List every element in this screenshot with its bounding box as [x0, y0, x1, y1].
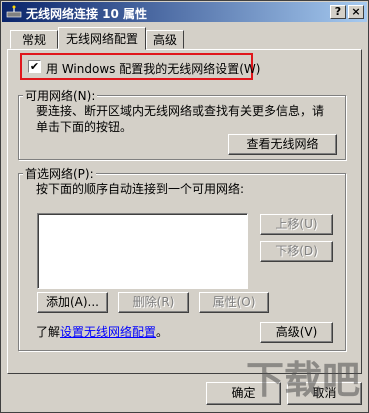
title-bar[interactable]: 无线网络连接 10 属性 ? × [2, 2, 367, 22]
tab-wireless-networks[interactable]: 无线网络配置 [58, 27, 146, 50]
help-button[interactable]: ? [330, 5, 346, 19]
properties-button[interactable]: 属性(O) [199, 292, 269, 313]
learn-more-prefix: 了解 [36, 325, 61, 339]
move-up-button[interactable]: 上移(U) [260, 214, 333, 235]
use-windows-checkbox[interactable]: ✔ [28, 60, 41, 73]
remove-button[interactable]: 删除(R) [118, 292, 189, 313]
move-down-button[interactable]: 下移(D) [260, 241, 333, 262]
learn-more-suffix: 。 [156, 325, 169, 339]
available-networks-description-1: 要连接、断开区域内无线网络或查找有关更多信息，请 [36, 104, 325, 118]
advanced-button[interactable]: 高级(V) [260, 322, 333, 343]
use-windows-checkbox-label[interactable]: 用 Windows 配置我的无线网络设置(W) [46, 60, 260, 77]
wireless-config-help-link[interactable]: 设置无线网络配置 [60, 325, 156, 339]
learn-more-text: 了解设置无线网络配置。 [36, 323, 168, 340]
available-networks-description-2: 单击下面的按钮。 [36, 120, 133, 134]
preferred-networks-description: 按下面的顺序自动连接到一个可用网络: [36, 182, 245, 196]
close-button[interactable]: × [348, 5, 364, 19]
preferred-networks-list[interactable] [37, 213, 248, 289]
view-wireless-networks-button[interactable]: 查看无线网络 [228, 134, 337, 155]
network-connection-icon [6, 5, 22, 18]
tab-general[interactable]: 常规 [10, 30, 58, 49]
window-title: 无线网络连接 10 属性 [26, 7, 148, 21]
watermark-logo: 下载吧 [245, 358, 360, 402]
properties-dialog: 无线网络连接 10 属性 ? × 常规 无线网络配置 高级 ✔ 用 Window… [0, 0, 369, 413]
add-button[interactable]: 添加(A)... [37, 292, 108, 313]
tab-advanced[interactable]: 高级 [146, 30, 184, 49]
